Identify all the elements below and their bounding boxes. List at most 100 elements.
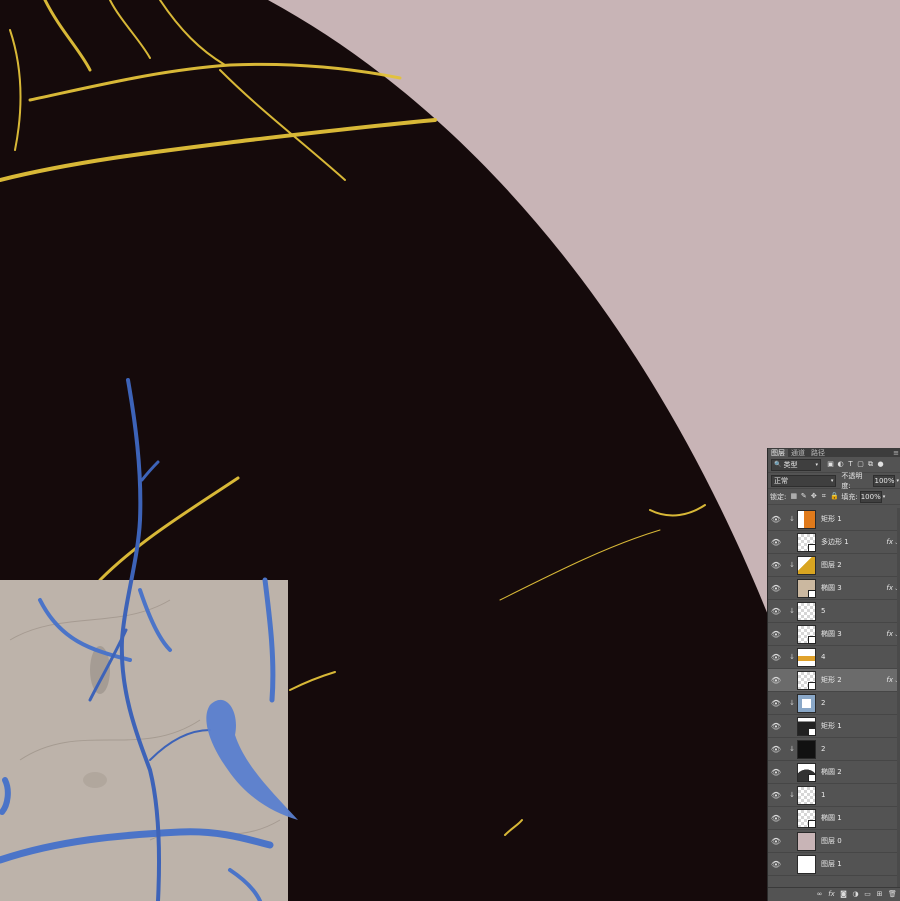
visibility-eye-icon[interactable]: 👁 — [770, 653, 782, 662]
layer-name[interactable]: 矩形 1 — [821, 721, 842, 731]
lock-image-icon[interactable]: ✎ — [800, 493, 807, 500]
layer-row[interactable]: 👁 ↓ 2 — [768, 692, 900, 715]
visibility-eye-icon[interactable]: 👁 — [770, 722, 782, 731]
adjustment-filter-icon[interactable]: ◐ — [837, 461, 844, 468]
new-layer-icon[interactable]: ⊞ — [876, 891, 883, 898]
layer-thumbnail[interactable] — [797, 509, 816, 529]
tab-paths[interactable]: 路径 — [808, 449, 828, 457]
layer-name[interactable]: 2 — [821, 745, 825, 753]
layer-name[interactable]: 椭圆 3 — [821, 583, 842, 593]
layer-name[interactable]: 图层 2 — [821, 560, 842, 570]
layer-thumbnail[interactable] — [797, 624, 816, 644]
visibility-eye-icon[interactable]: 👁 — [770, 561, 782, 570]
image-filter-icon[interactable]: ▣ — [827, 461, 834, 468]
layer-thumbnail[interactable] — [797, 854, 816, 874]
layer-thumbnail[interactable] — [797, 831, 816, 851]
layer-row[interactable]: 👁 ↓ 4 — [768, 646, 900, 669]
layer-thumbnail[interactable] — [797, 808, 816, 828]
visibility-eye-icon[interactable]: 👁 — [770, 745, 782, 754]
visibility-eye-icon[interactable]: 👁 — [770, 538, 782, 547]
mask-icon[interactable]: ◙ — [840, 891, 847, 898]
shape-filter-icon[interactable]: ▢ — [857, 461, 864, 468]
layer-name[interactable]: 椭圆 2 — [821, 767, 842, 777]
layer-row[interactable]: 👁 图层 0 — [768, 830, 900, 853]
lock-all-icon[interactable]: 🔒 — [830, 493, 839, 500]
layer-row[interactable]: 👁多边形 1fx⌄ — [768, 531, 900, 554]
layer-name[interactable]: 5 — [821, 607, 825, 615]
visibility-eye-icon[interactable]: 👁 — [770, 791, 782, 800]
layer-row[interactable]: 👁 图层 1 — [768, 853, 900, 876]
layer-row[interactable]: 👁椭圆 3fx⌄ — [768, 577, 900, 600]
layer-thumbnail[interactable] — [797, 555, 816, 575]
tab-layers[interactable]: 图层 — [768, 449, 788, 457]
lock-row: 锁定: ▦ ✎ ✥ ⌗ 🔒 填充: 100% ▾ — [768, 489, 900, 505]
visibility-eye-icon[interactable]: 👁 — [770, 584, 782, 593]
visibility-eye-icon[interactable]: 👁 — [770, 607, 782, 616]
layer-thumbnail[interactable] — [797, 739, 816, 759]
layer-row[interactable]: 👁椭圆 3fx⌄ — [768, 623, 900, 646]
layer-row[interactable]: 👁 ↓ 1 — [768, 784, 900, 807]
adjustment-icon[interactable]: ◑ — [852, 891, 859, 898]
layer-thumbnail[interactable] — [797, 693, 816, 713]
blend-mode-select[interactable]: 正常 ▾ — [771, 474, 837, 487]
layer-thumbnail[interactable] — [797, 532, 816, 552]
filter-icons: ▣ ◐ T ▢ ⧉ ● — [827, 461, 884, 468]
filter-row: 🔍 类型 ▾ ▣ ◐ T ▢ ⧉ ● — [768, 457, 900, 473]
layer-thumbnail[interactable] — [797, 647, 816, 667]
visibility-eye-icon[interactable]: 👁 — [770, 860, 782, 869]
chevron-down-icon[interactable]: ▾ — [883, 494, 886, 500]
opacity-input[interactable]: 100% — [873, 474, 896, 487]
panel-tabs: 图层 通道 路径 ≡ — [768, 448, 900, 457]
layer-row[interactable]: 👁 椭圆 2 — [768, 761, 900, 784]
layer-row[interactable]: 👁 矩形 1 — [768, 715, 900, 738]
layer-row[interactable]: 👁 ↓ 矩形 1 — [768, 508, 900, 531]
layer-name[interactable]: 2 — [821, 699, 825, 707]
visibility-eye-icon[interactable]: 👁 — [770, 699, 782, 708]
visibility-eye-icon[interactable]: 👁 — [770, 630, 782, 639]
filter-kind-select[interactable]: 🔍 类型 ▾ — [771, 458, 821, 471]
visibility-eye-icon[interactable]: 👁 — [770, 515, 782, 524]
layer-thumbnail[interactable] — [797, 601, 816, 621]
layer-thumbnail[interactable] — [797, 578, 816, 598]
trash-icon[interactable]: 🗑 — [888, 891, 897, 898]
chevron-down-icon[interactable]: ▾ — [896, 478, 899, 484]
panel-menu-icon[interactable]: ≡ — [893, 449, 900, 457]
visibility-eye-icon[interactable]: 👁 — [770, 814, 782, 823]
lock-position-icon[interactable]: ✥ — [810, 493, 817, 500]
layer-name[interactable]: 多边形 1 — [821, 537, 849, 547]
group-icon[interactable]: ▭ — [864, 891, 871, 898]
layer-row[interactable]: 👁 ↓ 5 — [768, 600, 900, 623]
smart-object-filter-icon[interactable]: ⧉ — [867, 461, 874, 468]
layer-name[interactable]: 1 — [821, 791, 825, 799]
layer-row[interactable]: 👁矩形 2fx⌄ — [768, 669, 900, 692]
layer-thumbnail[interactable] — [797, 762, 816, 782]
layer-name[interactable]: 矩形 2 — [821, 675, 842, 685]
lock-transparency-icon[interactable]: ▦ — [790, 493, 798, 500]
link-icon[interactable]: ∞ — [816, 891, 823, 898]
layer-effects-icon[interactable]: fx — [886, 676, 893, 684]
tab-channels[interactable]: 通道 — [788, 449, 808, 457]
layer-effects-icon[interactable]: fx — [886, 630, 893, 638]
layer-name[interactable]: 矩形 1 — [821, 514, 842, 524]
visibility-eye-icon[interactable]: 👁 — [770, 676, 782, 685]
layer-effects-icon[interactable]: fx — [886, 584, 893, 592]
layer-name[interactable]: 椭圆 3 — [821, 629, 842, 639]
layer-row[interactable]: 👁 ↓ 图层 2 — [768, 554, 900, 577]
fx-icon[interactable]: fx — [828, 891, 835, 898]
layer-name[interactable]: 4 — [821, 653, 825, 661]
layer-name[interactable]: 图层 0 — [821, 836, 842, 846]
layer-effects-icon[interactable]: fx — [886, 538, 893, 546]
layer-thumbnail[interactable] — [797, 670, 816, 690]
type-filter-icon[interactable]: T — [847, 461, 854, 468]
fill-input[interactable]: 100% — [859, 490, 882, 503]
layer-name[interactable]: 椭圆 1 — [821, 813, 842, 823]
layer-row[interactable]: 👁 ↓ 2 — [768, 738, 900, 761]
layer-name[interactable]: 图层 1 — [821, 859, 842, 869]
layer-thumbnail[interactable] — [797, 716, 816, 736]
visibility-eye-icon[interactable]: 👁 — [770, 837, 782, 846]
lock-artboard-icon[interactable]: ⌗ — [820, 493, 827, 500]
filter-toggle-icon[interactable]: ● — [877, 461, 884, 468]
visibility-eye-icon[interactable]: 👁 — [770, 768, 782, 777]
layer-row[interactable]: 👁 椭圆 1 — [768, 807, 900, 830]
layer-thumbnail[interactable] — [797, 785, 816, 805]
